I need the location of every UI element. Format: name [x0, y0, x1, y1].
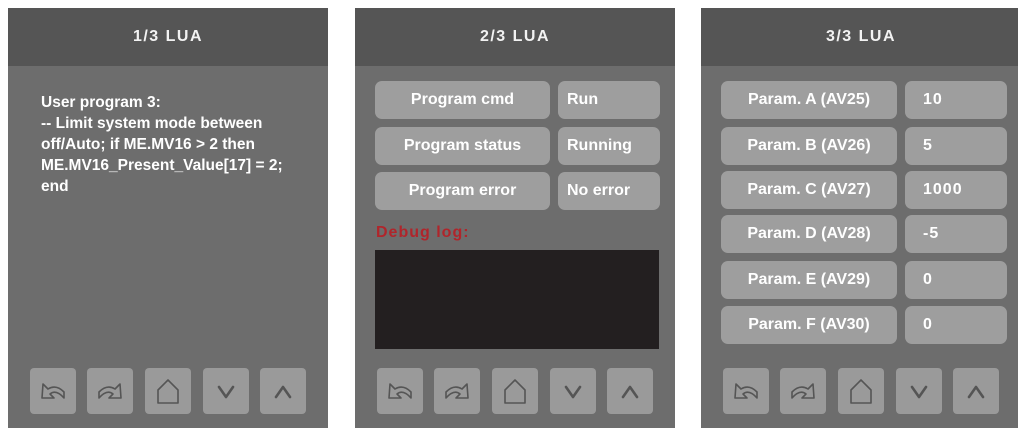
panel-title: 3/3 LUA [701, 8, 1018, 66]
program-cmd-label: Program cmd [375, 81, 550, 119]
back-button[interactable] [377, 368, 423, 414]
panel-1: 1/3 LUA User program 3: -- Limit system … [8, 8, 328, 428]
up-button[interactable] [260, 368, 306, 414]
panel-2: 2/3 LUA Program cmd Run Program status R… [355, 8, 675, 428]
up-arrow-icon [967, 385, 985, 399]
debug-log-label: Debug log: [376, 224, 470, 241]
back-icon [388, 383, 412, 399]
panel-3: 3/3 LUA Param. A (AV25) 10 Param. B (AV2… [701, 8, 1018, 428]
param-b-value[interactable]: 5 [905, 127, 1007, 165]
up-arrow-icon [274, 385, 292, 399]
debug-log-area[interactable] [375, 250, 659, 349]
home-button[interactable] [492, 368, 538, 414]
home-icon [850, 379, 872, 404]
param-a-value[interactable]: 10 [905, 81, 1007, 119]
program-status-value[interactable]: Running [558, 127, 660, 165]
param-d-value[interactable]: -5 [905, 215, 1007, 253]
panel-title: 2/3 LUA [355, 8, 675, 66]
home-icon [157, 379, 179, 404]
program-text: User program 3: -- Limit system mode bet… [41, 94, 283, 195]
param-e-label: Param. E (AV29) [721, 261, 897, 299]
param-f-value[interactable]: 0 [905, 306, 1007, 344]
program-error-value[interactable]: No error [558, 172, 660, 210]
program-status-label: Program status [375, 127, 550, 165]
program-cmd-value[interactable]: Run [558, 81, 660, 119]
param-b-label: Param. B (AV26) [721, 127, 897, 165]
forward-icon [791, 383, 815, 399]
down-arrow-icon [910, 385, 928, 399]
param-f-label: Param. F (AV30) [721, 306, 897, 344]
down-button[interactable] [550, 368, 596, 414]
back-button[interactable] [723, 368, 769, 414]
down-arrow-icon [217, 385, 235, 399]
forward-button[interactable] [780, 368, 826, 414]
forward-button[interactable] [434, 368, 480, 414]
panel-title: 1/3 LUA [8, 8, 328, 66]
up-arrow-icon [621, 385, 639, 399]
home-button[interactable] [145, 368, 191, 414]
program-error-label: Program error [375, 172, 550, 210]
back-icon [734, 383, 758, 399]
param-c-label: Param. C (AV27) [721, 171, 897, 209]
forward-icon [98, 383, 122, 399]
forward-icon [445, 383, 469, 399]
home-icon [504, 379, 526, 404]
forward-button[interactable] [87, 368, 133, 414]
param-a-label: Param. A (AV25) [721, 81, 897, 119]
down-button[interactable] [896, 368, 942, 414]
back-button[interactable] [30, 368, 76, 414]
home-button[interactable] [838, 368, 884, 414]
param-e-value[interactable]: 0 [905, 261, 1007, 299]
param-c-value[interactable]: 1000 [905, 171, 1007, 209]
down-arrow-icon [564, 385, 582, 399]
down-button[interactable] [203, 368, 249, 414]
up-button[interactable] [953, 368, 999, 414]
back-icon [41, 383, 65, 399]
up-button[interactable] [607, 368, 653, 414]
param-d-label: Param. D (AV28) [721, 215, 897, 253]
